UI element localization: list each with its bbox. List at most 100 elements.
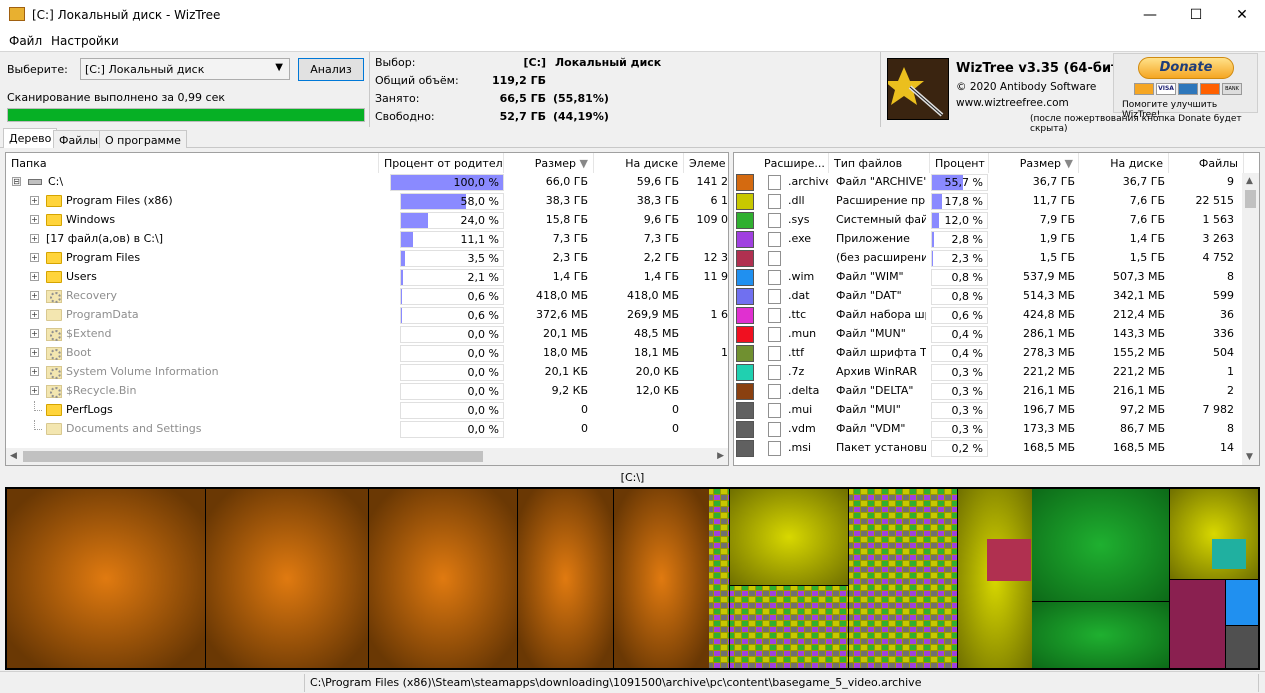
treemap-block[interactable]	[730, 586, 848, 668]
file-types-pane[interactable]: Расшире... Тип файлов Процент Размер ▼ Н…	[733, 152, 1260, 466]
file-type-row[interactable]: .delta Файл "DELTA" 0,3 % 216,1 МБ 216,1 МБ 2	[734, 382, 1244, 401]
treemap-view[interactable]	[5, 487, 1260, 670]
file-type-row[interactable]: (без расширения) 2,3 % 1,5 ГБ 1,5 ГБ 4 752	[734, 249, 1244, 268]
treemap-block[interactable]	[206, 489, 368, 668]
close-button[interactable]: ✕	[1219, 0, 1265, 31]
expand-icon[interactable]: +	[30, 386, 39, 395]
scrollbar-thumb[interactable]	[23, 451, 483, 462]
file-type-row[interactable]: .vdm Файл "VDM" 0,3 % 173,3 МБ 86,7 МБ 8	[734, 420, 1244, 439]
donate-button[interactable]: Donate	[1138, 57, 1234, 79]
treemap-block[interactable]	[709, 489, 729, 668]
file-type-row[interactable]: .7z Архив WinRAR 0,3 % 221,2 МБ 221,2 МБ 1	[734, 363, 1244, 382]
expand-icon[interactable]: +	[30, 367, 39, 376]
treemap-block[interactable]	[1032, 489, 1169, 601]
percent-bar: 0,0 %	[400, 421, 504, 438]
tree-row[interactable]: + ProgramData 0,6 % 372,6 МБ 269,9 МБ 1 6	[6, 306, 728, 325]
file-type-row[interactable]: .msi Пакет установщи 0,2 % 168,5 МБ 168,5 МБ…	[734, 439, 1244, 458]
types-vertical-scrollbar[interactable]: ▲ ▼	[1242, 173, 1259, 465]
file-type-row[interactable]: .ttc Файл набора шри 0,6 % 424,8 МБ 212,4 МБ…	[734, 306, 1244, 325]
scroll-left-icon[interactable]: ◀	[10, 451, 17, 461]
file-type-row[interactable]: .dll Расширение прил 17,8 % 11,7 ГБ 7,6 ГБ 22…	[734, 192, 1244, 211]
tree-row[interactable]: + Program Files 3,5 % 2,3 ГБ 2,2 ГБ 12 3	[6, 249, 728, 268]
treemap-canvas[interactable]	[7, 489, 1258, 668]
tree-row[interactable]: + [17 файл(а,ов) в C:\] 11,1 % 7,3 ГБ 7,3 ГБ	[6, 230, 728, 249]
treemap-block[interactable]	[849, 489, 957, 668]
tree-row[interactable]: ⊟ C:\ 100,0 % 66,0 ГБ 59,6 ГБ 141 2	[6, 173, 728, 192]
percent-text: 2,1 %	[467, 271, 499, 284]
about-website[interactable]: www.wiztreefree.com	[956, 97, 1069, 109]
percent-text: 0,0 %	[467, 366, 499, 379]
tree-horizontal-scrollbar[interactable]: ◀ ▶	[6, 448, 728, 465]
scroll-right-icon[interactable]: ▶	[717, 451, 724, 461]
percent-bar: 3,5 %	[400, 250, 504, 267]
expand-icon[interactable]: +	[30, 329, 39, 338]
collapse-icon[interactable]: ⊟	[12, 177, 21, 186]
file-type-row[interactable]: .archive Файл "ARCHIVE" 55,7 % 36,7 ГБ 36,7 …	[734, 173, 1244, 192]
expand-icon[interactable]: +	[30, 291, 39, 300]
treemap-block[interactable]	[1032, 602, 1169, 668]
tree-row[interactable]: + $Extend 0,0 % 20,1 МБ 48,5 МБ	[6, 325, 728, 344]
treemap-block[interactable]	[369, 489, 517, 668]
treemap-block[interactable]	[987, 539, 1031, 581]
file-type-row[interactable]: .exe Приложение 2,8 % 1,9 ГБ 1,4 ГБ 3 263	[734, 230, 1244, 249]
tab-about[interactable]: О программе	[99, 130, 187, 148]
scroll-down-icon[interactable]: ▼	[1246, 452, 1253, 462]
tree-row[interactable]: + Boot 0,0 % 18,0 МБ 18,1 МБ 1	[6, 344, 728, 363]
treemap-block[interactable]	[1212, 539, 1246, 569]
expand-icon[interactable]: +	[30, 234, 39, 243]
column-header-folder[interactable]: Папка	[6, 153, 379, 173]
file-type-row[interactable]: .mun Файл "MUN" 0,4 % 286,1 МБ 143,3 МБ 336	[734, 325, 1244, 344]
drive-select[interactable]: [C:] Локальный диск ▼	[80, 58, 290, 80]
analyze-button[interactable]: Анализ	[298, 58, 364, 81]
treemap-block[interactable]	[614, 489, 709, 668]
column-header-file-count[interactable]: Файлы	[1169, 153, 1244, 173]
percent-text: 0,0 %	[467, 347, 499, 360]
tree-row[interactable]: + Program Files (x86) 58,0 % 38,3 ГБ 38,3 ГБ…	[6, 192, 728, 211]
app-icon[interactable]	[9, 7, 25, 21]
tree-row[interactable]: + Users 2,1 % 1,4 ГБ 1,4 ГБ 11 9	[6, 268, 728, 287]
column-header-size[interactable]: Размер ▼	[504, 153, 594, 173]
tree-row[interactable]: PerfLogs 0,0 % 0 0	[6, 401, 728, 420]
column-header-type-on-disk[interactable]: На диске	[1079, 153, 1169, 173]
file-type-row[interactable]: .dat Файл "DAT" 0,8 % 514,3 МБ 342,1 МБ 599	[734, 287, 1244, 306]
treemap-block[interactable]	[7, 489, 205, 668]
expand-icon[interactable]: +	[30, 272, 39, 281]
expand-icon[interactable]: +	[30, 215, 39, 224]
expand-icon[interactable]: +	[30, 348, 39, 357]
file-type-row[interactable]: .sys Системный файл 12,0 % 7,9 ГБ 7,6 ГБ 1 56…	[734, 211, 1244, 230]
tree-row[interactable]: Documents and Settings 0,0 % 0 0	[6, 420, 728, 439]
maximize-button[interactable]: ☐	[1173, 0, 1219, 31]
tab-tree[interactable]: Дерево	[3, 128, 58, 148]
column-header-file-type[interactable]: Тип файлов	[829, 153, 930, 173]
column-header-on-disk[interactable]: На диске	[594, 153, 684, 173]
column-header-percent[interactable]: Процент	[930, 153, 989, 173]
treemap-block[interactable]	[1226, 626, 1258, 668]
system-folder-icon	[46, 328, 62, 341]
column-header-items[interactable]: Элеме	[684, 153, 728, 173]
tree-row[interactable]: + Windows 24,0 % 15,8 ГБ 9,6 ГБ 109 0	[6, 211, 728, 230]
scrollbar-thumb[interactable]	[1245, 190, 1256, 208]
treemap-block[interactable]	[1226, 580, 1258, 625]
scroll-up-icon[interactable]: ▲	[1246, 176, 1253, 186]
menu-file[interactable]: Файл	[9, 34, 42, 48]
menu-settings[interactable]: Настройки	[51, 34, 119, 48]
file-type-row[interactable]: .mui Файл "MUI" 0,3 % 196,7 МБ 97,2 МБ 7 982	[734, 401, 1244, 420]
minimize-button[interactable]: —	[1127, 0, 1173, 31]
treemap-block[interactable]	[518, 489, 613, 668]
tree-row[interactable]: + $Recycle.Bin 0,0 % 9,2 КБ 12,0 КБ	[6, 382, 728, 401]
file-type-row[interactable]: .wim Файл "WIM" 0,8 % 537,9 МБ 507,3 МБ 8	[734, 268, 1244, 287]
treemap-block[interactable]	[1170, 580, 1225, 668]
column-header-extension[interactable]: Расшире...	[759, 153, 829, 173]
treemap-block[interactable]	[730, 489, 848, 585]
expand-icon[interactable]: +	[30, 310, 39, 319]
column-header-type-size[interactable]: Размер ▼	[989, 153, 1079, 173]
folder-tree-pane[interactable]: Папка Процент от родителя Размер ▼ На ди…	[5, 152, 729, 466]
column-header-percent-parent[interactable]: Процент от родителя	[379, 153, 504, 173]
tree-row[interactable]: + Recovery 0,6 % 418,0 МБ 418,0 МБ	[6, 287, 728, 306]
tab-files[interactable]: Файлы	[53, 130, 105, 148]
file-type-row[interactable]: .ttf Файл шрифта Tru 0,4 % 278,3 МБ 155,2 МБ…	[734, 344, 1244, 363]
expand-icon[interactable]: +	[30, 253, 39, 262]
expand-icon[interactable]: +	[30, 196, 39, 205]
percent-text: 2,8 %	[951, 233, 983, 246]
tree-row[interactable]: + System Volume Information 0,0 % 20,1 КБ 20…	[6, 363, 728, 382]
